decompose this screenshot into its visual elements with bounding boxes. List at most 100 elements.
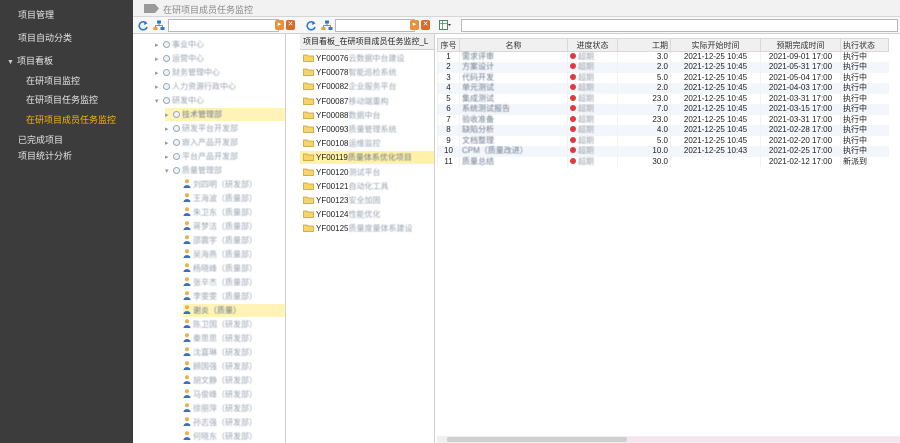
project-search-button[interactable]: ▸ [410,20,419,30]
project-row[interactable]: YF00078智能巡检系统 [300,66,434,79]
expand-icon[interactable]: ▸ [155,67,163,80]
project-row[interactable]: YF00076云数据中台建设 [300,52,434,65]
sidebar-item[interactable]: ▼ 项目看板 [0,53,133,69]
expand-icon[interactable]: ▸ [165,137,173,150]
refresh-icon[interactable] [137,20,149,31]
column-header[interactable]: 序号 [437,38,460,52]
columns-menu-icon[interactable] [439,20,451,31]
project-row[interactable]: YF00124性能优化 [300,208,434,221]
tree-node-person[interactable]: 顾国强（研发部） [183,360,285,373]
task-row[interactable]: 1 需求评审 超期 3.0 2021-12-25 10:45 2021-09-01 17:… [437,51,889,62]
tree-node-dept[interactable]: ▸ 嵌入产品开发部 [165,136,285,150]
expand-icon[interactable]: ▸ [165,151,173,164]
sidebar-item[interactable]: 在研项目成员任务监控 [0,112,133,128]
project-row[interactable]: YF00121自动化工具 [300,180,434,193]
tree-node-dept[interactable]: ▾ 研发中心 [155,94,285,108]
task-start-cell: 2021-12-25 10:45 [670,62,761,73]
sidebar-item[interactable]: 项目自动分类 [0,30,133,46]
column-header[interactable]: 名称 [459,38,568,52]
task-row[interactable]: 5 集成测试 超期 23.0 2021-12-25 10:45 2021-03-31 17… [437,93,889,104]
expand-icon[interactable]: ▸ [165,123,173,136]
grid-filter-input[interactable] [461,19,898,32]
tree-node-person[interactable]: 刘四明（研发部） [183,178,285,191]
tree-node-person[interactable]: 马俊峰（研发部） [183,388,285,401]
tree-node-person[interactable]: 王海波（质量部） [183,192,285,205]
tree-node-person[interactable]: 李雯雯（质量部） [183,290,285,303]
tree-node-person[interactable]: 吴海燕（质量部） [183,248,285,261]
collapse-icon[interactable]: ▾ [165,165,173,178]
status-text: 超期 [578,52,594,61]
sidebar-item[interactable]: 项目统计分析 [0,148,133,164]
task-row[interactable]: 10 CPM（质量改进） 超期 10.0 2021-12-25 10:43 2021-02… [437,146,889,157]
tree-search-button[interactable]: ▸ [275,20,284,30]
task-row[interactable]: 7 验收准备 超期 23.0 2021-12-25 10:45 2021-03-31 17… [437,114,889,125]
tree-node-person[interactable]: 蒋梦洁（质量部） [183,220,285,233]
tree-node-dept[interactable]: ▸ 技术管理部 [165,108,285,122]
sidebar-item[interactable]: 在研项目监控 [0,73,133,89]
task-row[interactable]: 9 文档整理 超期 5.0 2021-12-25 10:45 2021-02-20 17:… [437,135,889,146]
tree-node-person[interactable]: 孙志强（研发部） [183,416,285,429]
tree-node-person[interactable]: 杨晓峰（质量部） [183,262,285,275]
task-end-cell: 2021-02-20 17:00 [760,135,841,146]
task-row[interactable]: 2 方案设计 超期 2.0 2021-12-25 10:45 2021-05-31 17:… [437,62,889,73]
project-refresh-icon[interactable] [305,20,317,31]
column-header[interactable]: 预期完成时间 [760,38,841,52]
column-header[interactable]: 执行状态 [840,38,889,52]
tree-node-person[interactable]: 朱卫东（质量部） [183,206,285,219]
tree-node-dept[interactable]: ▸ 运营中心 [155,52,285,66]
column-header[interactable]: 工期 [617,38,671,52]
expand-icon[interactable]: ▸ [155,53,163,66]
tree-search-input[interactable] [168,19,279,32]
tree-node-person[interactable]: 陈卫国（研发部） [183,318,285,331]
project-name: 质量度量体系建设 [348,224,413,234]
tree-node-dept[interactable]: ▸ 事业中心 [155,38,285,52]
tree-node-dept[interactable]: ▸ 财务管理中心 [155,66,285,80]
column-header[interactable]: 进度状态 [567,38,618,52]
project-row[interactable]: YF00119质量体系优化项目 [300,151,434,165]
expand-icon[interactable]: ▸ [165,109,173,122]
org-tree-icon[interactable] [153,20,165,31]
tree-node-person[interactable]: 徐丽萍（研发部） [183,402,285,415]
task-row[interactable]: 4 单元测试 超期 2.0 2021-12-25 10:45 2021-04-03 17:… [437,83,889,94]
tree-node-person[interactable]: 何晓东（研发部） [183,430,285,443]
project-row[interactable]: YF00082企业服务平台 [300,80,434,93]
column-header[interactable]: 实际开始时间 [670,38,761,52]
expand-icon[interactable]: ▸ [155,81,163,94]
project-list-header[interactable]: 项目看板_在研项目成员任务监控_L [300,34,434,50]
tree-node-dept[interactable]: ▾ 质量管理部 [165,164,285,178]
project-row[interactable]: YF00088数据中台 [300,109,434,122]
sidebar-item[interactable]: 已完成项目 [0,132,133,148]
tree-node-person[interactable]: 沈嘉琳（研发部） [183,346,285,359]
project-clear-button[interactable]: ✕ [421,20,430,30]
expand-caret-icon[interactable]: ▼ [7,55,17,71]
tree-node-dept[interactable]: ▸ 平台产品开发部 [165,150,285,164]
sidebar-item[interactable]: 在研项目任务监控 [0,92,133,108]
grid-horizontal-scrollbar[interactable] [437,436,900,443]
project-row[interactable]: YF00108运维监控 [300,137,434,150]
project-row[interactable]: YF00093质量管理系统 [300,123,434,136]
task-row[interactable]: 11 质量总结 超期 30.0 2021-02-12 17:00 新派到 [437,156,889,167]
tree-node-person[interactable]: 邵震宇（质量部） [183,234,285,247]
tree-node-person[interactable]: 谢炎（质量） [183,304,285,317]
current-tab-label[interactable]: 在研项目成员任务监控 [163,3,253,16]
project-search-input[interactable] [335,19,415,32]
project-row[interactable]: YF00120测试平台 [300,166,434,179]
collapse-icon[interactable]: ▾ [155,95,163,108]
tree-node-person[interactable]: 张辛杰（质量部） [183,276,285,289]
dept-icon [163,97,170,104]
tree-clear-button[interactable]: ✕ [286,20,295,30]
project-org-icon[interactable] [321,20,333,31]
tree-node-dept[interactable]: ▸ 人力资源行政中心 [155,80,285,94]
project-row[interactable]: YF00087移动端重构 [300,95,434,108]
sidebar-item[interactable]: 项目管理 [0,7,133,23]
grid-scrollbar-thumb[interactable] [447,437,627,442]
tree-node-dept[interactable]: ▸ 研发平台开发部 [165,122,285,136]
expand-icon[interactable]: ▸ [155,39,163,52]
project-row[interactable]: YF00125质量度量体系建设 [300,222,434,235]
tree-node-person[interactable]: 秦思思（研发部） [183,332,285,345]
task-row[interactable]: 6 系统测试报告 超期 7.0 2021-12-25 10:45 2021-03-15 1… [437,104,889,115]
task-row[interactable]: 3 代码开发 超期 5.0 2021-12-25 10:45 2021-05-04 17:… [437,72,889,83]
tree-node-person[interactable]: 胡文静（研发部） [183,374,285,387]
task-row[interactable]: 8 缺陷分析 超期 4.0 2021-12-25 10:45 2021-02-28 17:… [437,125,889,136]
project-row[interactable]: YF00123安全加固 [300,194,434,207]
